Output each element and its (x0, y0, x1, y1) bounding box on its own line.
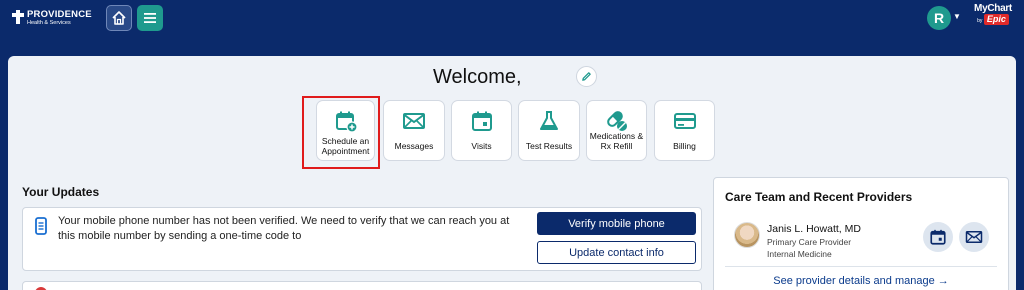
providence-logo[interactable]: PROVIDENCE Health & Services (12, 10, 92, 26)
update-card (22, 281, 702, 290)
home-icon (112, 11, 126, 25)
pencil-icon (582, 72, 591, 81)
edit-name-button[interactable] (576, 66, 597, 87)
user-avatar[interactable]: R (927, 6, 951, 30)
care-team-heading: Care Team and Recent Providers (725, 190, 913, 204)
your-updates-heading: Your Updates (22, 185, 100, 199)
cross-icon (12, 10, 24, 24)
mobile-phone-icon (35, 217, 47, 235)
menu-button[interactable] (137, 5, 163, 31)
care-team-card: Care Team and Recent Providers Janis L. … (713, 177, 1009, 290)
logo-subtitle: Health & Services (27, 19, 71, 26)
envelope-icon (965, 231, 983, 243)
selection-highlight (302, 96, 380, 169)
hamburger-menu-icon (144, 13, 156, 23)
brand-epic: Epic (983, 14, 1009, 25)
tile-billing[interactable]: Billing (654, 100, 715, 161)
update-card: Your mobile phone number has not been ve… (22, 207, 702, 271)
tile-label: Billing (673, 141, 696, 151)
divider (725, 266, 997, 267)
message-provider-button[interactable] (959, 222, 989, 252)
brand-mychart: MyChart (974, 3, 1012, 14)
tile-medications[interactable]: Medications & Rx Refill (586, 100, 647, 161)
provider-name[interactable]: Janis L. Howatt, MD (767, 223, 861, 235)
brand-by: by (977, 18, 983, 24)
tile-test-results[interactable]: Test Results (518, 100, 580, 161)
tile-label: Messages (394, 141, 434, 151)
tile-label: Test Results (525, 141, 573, 151)
provider-department: Internal Medicine (767, 249, 832, 259)
calendar-icon (930, 229, 946, 245)
logo-name: PROVIDENCE (27, 9, 92, 20)
tile-label: Medications & Rx Refill (589, 131, 644, 151)
verify-mobile-phone-button[interactable]: Verify mobile phone (537, 212, 696, 235)
provider-photo[interactable] (734, 222, 760, 248)
home-button[interactable] (106, 5, 132, 31)
update-contact-info-button[interactable]: Update contact info (537, 241, 696, 264)
schedule-with-provider-button[interactable] (923, 222, 953, 252)
welcome-heading: Welcome, (433, 66, 522, 88)
tile-label: Visits (471, 141, 492, 151)
mychart-brand: MyChart by Epic (968, 3, 1018, 35)
tile-messages[interactable]: Messages (383, 100, 445, 161)
see-provider-details-link[interactable]: See provider details and manage → (714, 275, 1008, 287)
tile-visits[interactable]: Visits (451, 100, 512, 161)
chevron-down-icon[interactable]: ▼ (953, 12, 961, 21)
top-navigation-bar: PROVIDENCE Health & Services R ▼ MyChart… (0, 0, 1024, 38)
update-message: Your mobile phone number has not been ve… (58, 215, 510, 242)
provider-role: Primary Care Provider (767, 237, 852, 247)
